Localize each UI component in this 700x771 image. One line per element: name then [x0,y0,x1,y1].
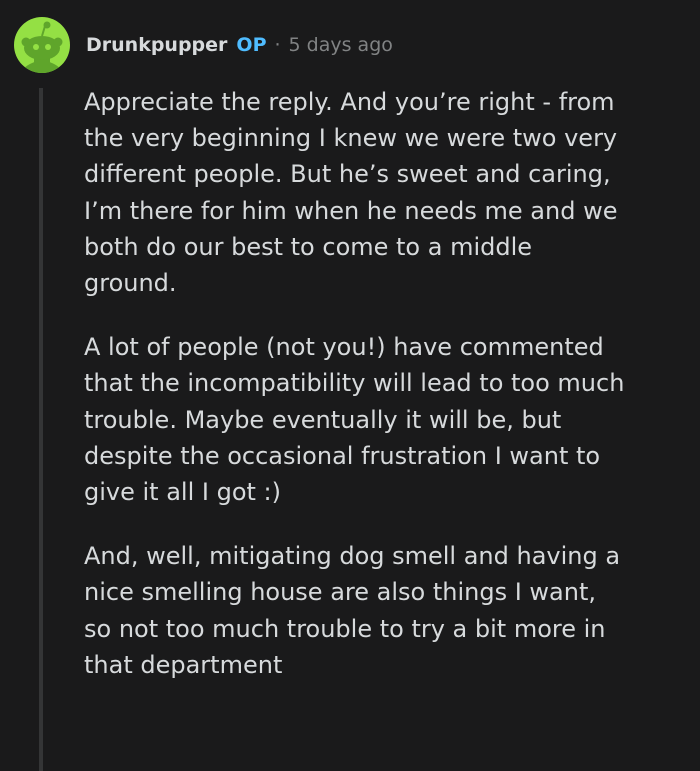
username[interactable]: Drunkpupper [86,34,227,56]
separator-dot: · [274,34,281,56]
avatar[interactable] [14,17,70,73]
comment-header: Drunkpupper OP · 5 days ago [14,16,393,74]
op-badge: OP [236,34,267,56]
comment: Drunkpupper OP · 5 days ago Appreciate t… [0,0,700,771]
comment-paragraph: And, well, mitigating dog smell and havi… [84,542,621,679]
thread-collapse-line[interactable] [39,88,43,771]
comment-paragraph: Appreciate the reply. And you’re right -… [84,88,618,298]
comment-body: Appreciate the reply. And you’re right -… [84,84,684,711]
timestamp[interactable]: 5 days ago [289,34,393,56]
comment-paragraph: A lot of people (not you!) have commente… [84,333,625,507]
snoo-avatar-icon [20,21,64,73]
